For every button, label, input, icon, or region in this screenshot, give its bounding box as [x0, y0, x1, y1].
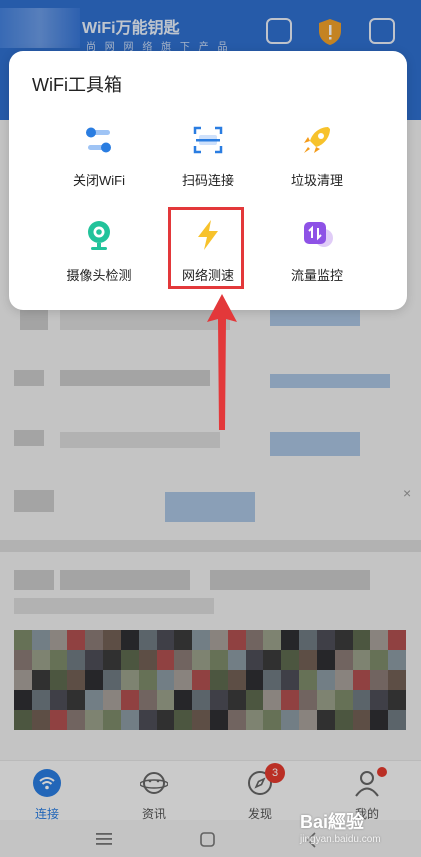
toolbox-title: WiFi工具箱	[32, 75, 122, 95]
toolbox-icon[interactable]	[369, 18, 395, 44]
tool-label: 摄像头检测	[66, 268, 132, 283]
watermark-url: jingyan.baidu.com	[300, 834, 381, 845]
camera-icon	[82, 218, 116, 252]
tool-traffic-monitor[interactable]: 流量监控	[257, 218, 377, 298]
tool-label: 关闭WiFi	[73, 173, 125, 188]
nav-discover[interactable]: 3 发现	[230, 763, 290, 821]
shield-icon[interactable]	[317, 18, 343, 45]
wifi-icon	[33, 769, 61, 797]
traffic-icon	[300, 218, 334, 252]
home-icon[interactable]	[200, 832, 216, 853]
tool-label: 扫码连接	[181, 173, 234, 188]
discover-badge: 3	[265, 763, 285, 783]
mine-notification-dot	[377, 767, 387, 777]
scan-icon	[191, 123, 225, 157]
nav-news[interactable]: 资讯	[124, 767, 184, 821]
tool-junk-clean[interactable]: 垃圾清理	[257, 123, 377, 203]
tool-camera-detect[interactable]: 摄像头检测	[39, 218, 159, 298]
menu-icon[interactable]	[96, 832, 114, 851]
tool-label: 流量监控	[290, 268, 343, 283]
highlight-box	[168, 207, 244, 289]
app-title: WiFi万能钥匙	[82, 20, 180, 37]
wifi-share-icon[interactable]	[266, 18, 292, 44]
tool-turn-off-wifi[interactable]: 关闭WiFi	[39, 123, 159, 203]
planet-icon	[139, 769, 169, 797]
rocket-icon	[300, 123, 334, 157]
tool-scan-connect[interactable]: 扫码连接	[148, 123, 268, 203]
blurred-logo	[0, 8, 80, 48]
toggle-icon	[82, 123, 116, 157]
nav-connect[interactable]: 连接	[17, 767, 77, 821]
close-icon[interactable]: ×	[403, 485, 411, 501]
watermark-logo: Bai經验	[300, 812, 365, 832]
red-arrow-annotation	[207, 294, 237, 430]
blurred-image	[14, 630, 406, 730]
tool-label: 垃圾清理	[290, 173, 343, 188]
